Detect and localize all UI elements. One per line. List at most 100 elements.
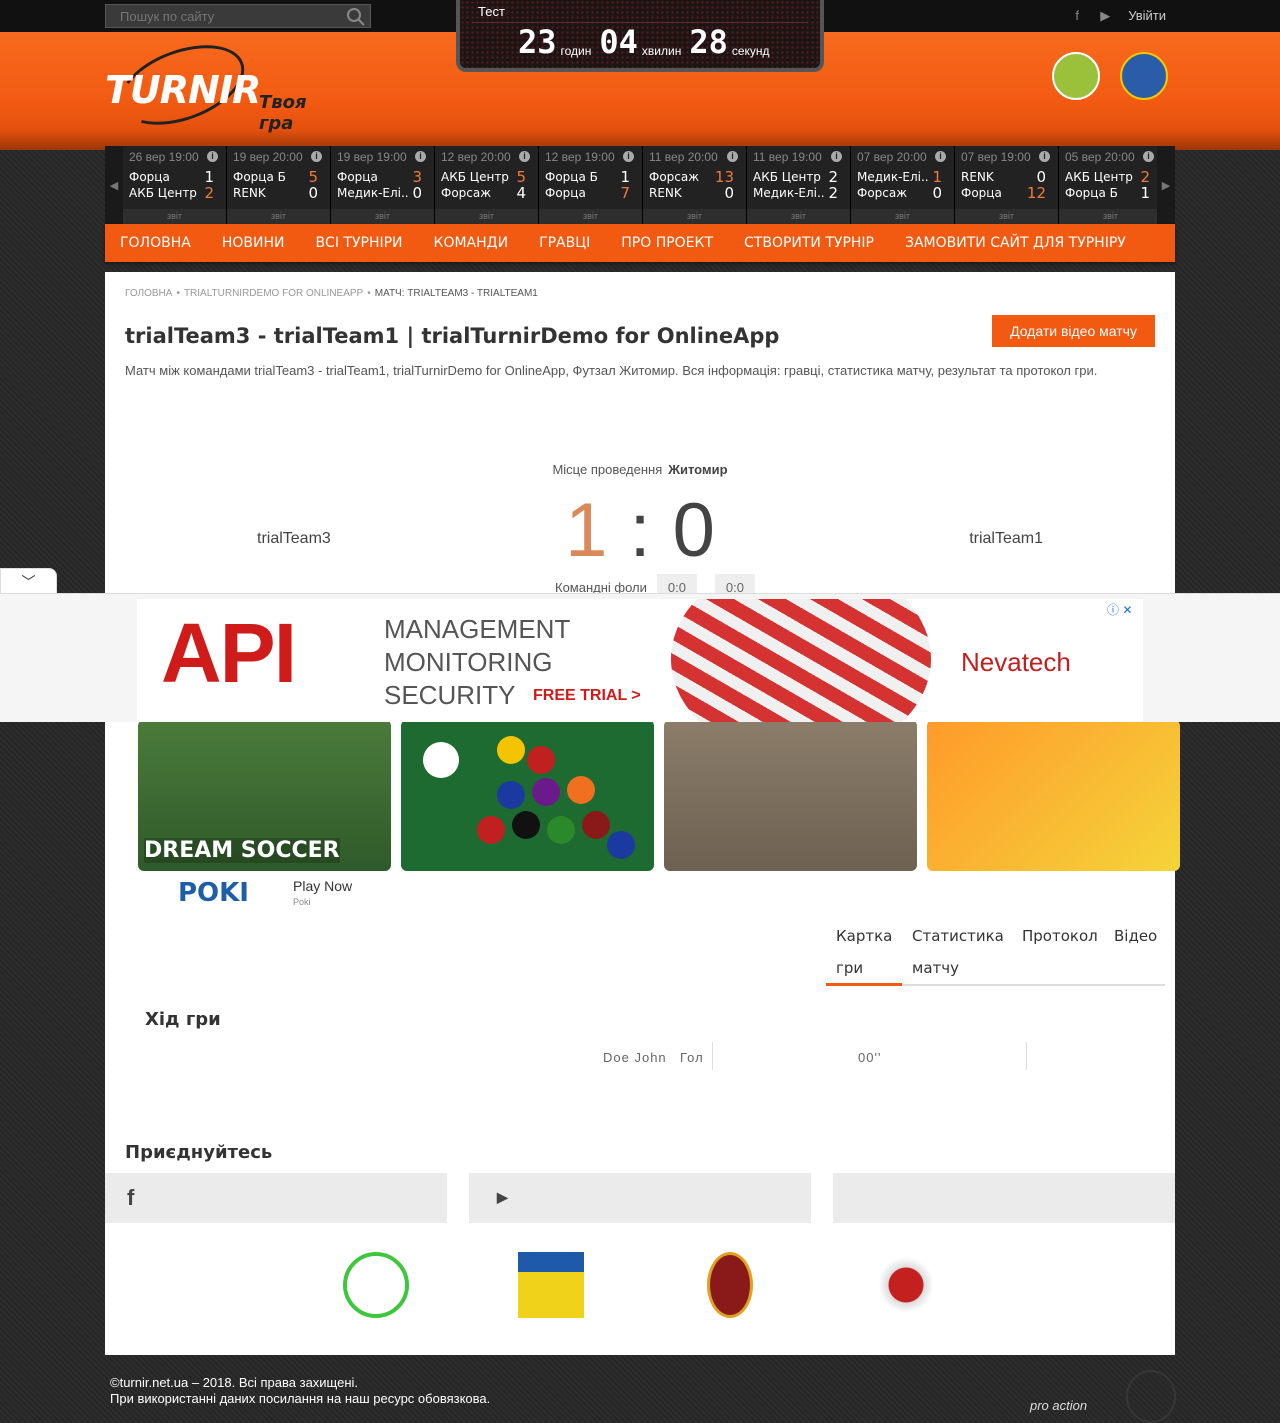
match-report-link[interactable]: звіт	[331, 209, 434, 224]
venue: Місце проведення Житомир	[105, 462, 1175, 477]
poki-logo[interactable]: POKI	[178, 878, 249, 908]
countdown-title: Тест	[478, 4, 505, 19]
venue-city: Житомир	[668, 462, 728, 477]
away-team-name[interactable]: trialTeam1	[969, 530, 1043, 548]
match-date: 11 вер 19:00	[753, 150, 822, 164]
ad-banner[interactable]: API MANAGEMENT MONITORING SECURITY FREE …	[137, 599, 1143, 722]
nav-item[interactable]: Головна	[120, 235, 191, 251]
match-card[interactable]: 07 вер 19:00 i RENK 0 Форца 12 звіт	[955, 146, 1059, 224]
nav-item[interactable]: Новини	[222, 235, 285, 251]
ad-cta[interactable]: FREE TRIAL >	[533, 687, 641, 705]
footer-copyright: ©turnir.net.ua – 2018. Всі права захищен…	[110, 1375, 359, 1390]
ad-brand: Nevatech	[961, 647, 1071, 677]
info-icon[interactable]: i	[519, 151, 530, 162]
info-icon[interactable]: i	[311, 151, 322, 162]
game-tile-billiards[interactable]	[401, 720, 654, 871]
ukraine-futsal-logo[interactable]	[1120, 52, 1168, 100]
match-card[interactable]: 05 вер 20:00 i АКБ Центр 2 Форца Б 1 звіт	[1059, 146, 1157, 224]
event-type: Гол	[680, 1050, 704, 1065]
partner-logo-fortuna[interactable]	[707, 1252, 753, 1318]
match-card[interactable]: 11 вер 20:00 i Форсаж 13 RENK 0 звіт	[643, 146, 747, 224]
nav-item[interactable]: Всі турніри	[315, 235, 402, 251]
tab-game-card[interactable]: Картка гри	[826, 920, 902, 986]
info-icon[interactable]: i	[207, 151, 218, 162]
ad-close-icon[interactable]: ⓘ ✕	[1107, 601, 1139, 617]
match-card[interactable]: 07 вер 20:00 i Медик-Елі.. 1 Форсаж 0 звіт	[851, 146, 955, 224]
youtube-widget[interactable]: ▶	[469, 1173, 811, 1223]
social-widget-empty[interactable]	[833, 1173, 1175, 1223]
countdown-hours: 23	[518, 23, 557, 61]
tab-protocol[interactable]: Протокол	[1012, 920, 1104, 984]
match-score-away: 2	[828, 184, 838, 202]
play-now-link[interactable]: Play Now	[293, 878, 352, 894]
match-report-link[interactable]: звіт	[123, 209, 226, 224]
match-card[interactable]: 12 вер 20:00 i АКБ Центр 5 Форсаж 4 звіт	[435, 146, 539, 224]
match-report-link[interactable]: звіт	[747, 209, 850, 224]
nav-item[interactable]: Замовити сайт для турніру	[905, 235, 1126, 251]
tab-match-stats[interactable]: Статистика матчу	[902, 920, 1012, 984]
game-tile-shooter[interactable]	[664, 720, 917, 871]
match-report-link[interactable]: звіт	[435, 209, 538, 224]
nav-item[interactable]: Створити турнір	[744, 235, 874, 251]
match-card[interactable]: 26 вер 19:00 i Форца 1 АКБ Центр 2 звіт	[123, 146, 227, 224]
event-player[interactable]: Doe John	[603, 1050, 667, 1065]
nav-item[interactable]: Гравці	[539, 235, 590, 251]
breadcrumb-tournament[interactable]: trialTurnirDemo for OnlineApp	[184, 288, 363, 299]
collapse-ad-chevron-icon[interactable]: ﹀	[0, 568, 57, 594]
info-icon[interactable]: i	[831, 151, 842, 162]
event-minute: 00''	[858, 1050, 882, 1065]
search-icon[interactable]	[346, 7, 366, 27]
countdown-timer: Тест 23 годин 04 хвилин 28 секунд	[456, 0, 824, 72]
info-icon[interactable]: i	[935, 151, 946, 162]
game-flow-title: Хід гри	[145, 1009, 221, 1030]
nav-item[interactable]: Про проект	[621, 235, 713, 251]
match-report-link[interactable]: звіт	[539, 209, 642, 224]
match-report-link[interactable]: звіт	[1059, 209, 1157, 224]
breadcrumb-home[interactable]: Головна	[125, 288, 172, 299]
match-card[interactable]: 19 вер 19:00 i Форца 3 Медик-Елі.. 0 звіт	[331, 146, 435, 224]
search-input[interactable]	[106, 5, 346, 27]
match-date: 12 вер 19:00	[545, 150, 615, 164]
game-tile-subway[interactable]	[927, 720, 1180, 871]
developer-logo[interactable]: pro action	[1030, 1398, 1087, 1413]
ad-line: MANAGEMENT	[384, 614, 571, 644]
countdown-minutes-label: хвилин	[641, 44, 682, 58]
tab-video[interactable]: Відео	[1104, 920, 1164, 984]
info-icon[interactable]: i	[727, 151, 738, 162]
game-tile-dream-soccer[interactable]: DREAM SOCCER	[138, 720, 391, 871]
info-icon[interactable]: i	[1039, 151, 1050, 162]
facebook-widget[interactable]: f	[105, 1173, 447, 1223]
youtube-play-icon[interactable]: ▶	[1098, 8, 1112, 23]
partner-logo-fist[interactable]	[879, 1252, 933, 1318]
info-icon[interactable]: i	[623, 151, 634, 162]
breadcrumb-separator: •	[367, 288, 371, 299]
ad-line: MONITORING	[384, 647, 553, 677]
away-score: 0	[672, 488, 715, 573]
zhytomyr-federation-logo[interactable]	[1052, 52, 1100, 100]
youtube-play-icon: ▶	[497, 1189, 508, 1205]
match-card[interactable]: 11 вер 19:00 i АКБ Центр 2 Медик-Елі.. 2 звіт	[747, 146, 851, 224]
facebook-icon: f	[127, 1185, 135, 1210]
match-date: 19 вер 20:00	[233, 150, 303, 164]
match-report-link[interactable]: звіт	[643, 209, 746, 224]
add-video-button[interactable]: Додати відео матчу	[992, 315, 1155, 347]
partner-logo-christian-league[interactable]	[518, 1252, 584, 1318]
breadcrumb: Головна • trialTurnirDemo for OnlineApp • Ма…	[125, 288, 538, 299]
nav-item[interactable]: Команди	[434, 235, 509, 251]
facebook-icon[interactable]: f	[1070, 8, 1084, 23]
strip-prev-arrow-icon[interactable]: ◀	[105, 146, 123, 224]
match-card[interactable]: 19 вер 20:00 i Форца Б 5 RENK 0 звіт	[227, 146, 331, 224]
event-divider	[712, 1042, 713, 1070]
match-report-link[interactable]: звіт	[955, 209, 1058, 224]
match-report-link[interactable]: звіт	[227, 209, 330, 224]
login-link[interactable]: Увійти	[1128, 8, 1166, 23]
match-report-link[interactable]: звіт	[851, 209, 954, 224]
strip-next-arrow-icon[interactable]: ▶	[1157, 146, 1175, 224]
site-logo[interactable]: TURNIR Твоя гра	[105, 29, 345, 141]
match-score-away: 0	[412, 184, 422, 202]
info-icon[interactable]: i	[415, 151, 426, 162]
partner-logo-zhytomyr-futsal[interactable]	[343, 1252, 409, 1318]
match-card[interactable]: 12 вер 19:00 i Форца Б 1 Форца 7 звіт	[539, 146, 643, 224]
info-icon[interactable]: i	[1143, 151, 1154, 162]
game-event-row: Doe John Гол 00''	[105, 1040, 1175, 1070]
